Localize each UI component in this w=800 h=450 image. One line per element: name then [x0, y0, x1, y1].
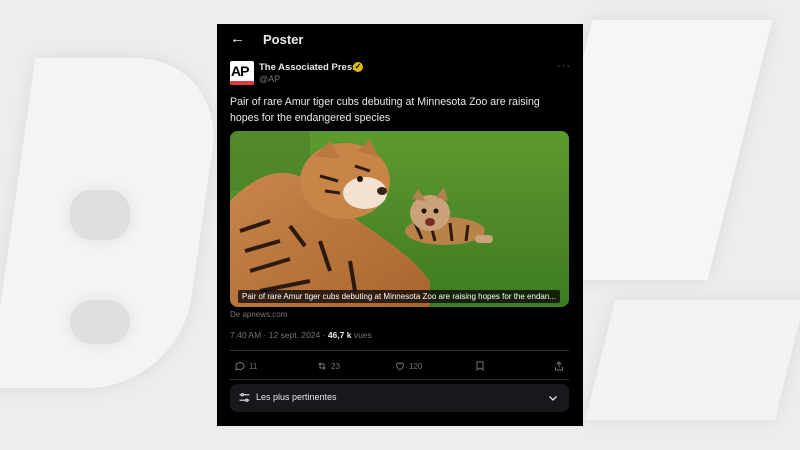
- repost-count: 23: [331, 361, 340, 371]
- more-options-icon[interactable]: ···: [557, 60, 571, 72]
- reply-count: 11: [249, 361, 258, 371]
- sort-label: Les plus pertinentes: [256, 392, 337, 402]
- link-card-title: Pair of rare Amur tiger cubs debuting at…: [238, 290, 560, 303]
- reply-sort-selector[interactable]: Les plus pertinentes: [230, 384, 569, 412]
- author-name[interactable]: The Associated Press: [259, 62, 357, 73]
- link-source[interactable]: De apnews.com: [230, 310, 287, 319]
- sliders-icon: [239, 393, 250, 402]
- divider: [230, 379, 569, 380]
- background-watermark-hole: [70, 300, 130, 344]
- views-label: vues: [351, 330, 372, 340]
- author-handle[interactable]: @AP: [259, 74, 280, 84]
- heart-icon: [395, 362, 405, 371]
- post-timestamp[interactable]: 7:40 AM · 12 sept. 2024 ·: [230, 330, 328, 340]
- verified-badge-icon: ✓: [353, 62, 363, 72]
- reply-icon: [235, 361, 245, 371]
- avatar-logo-text: AP: [231, 63, 249, 79]
- background-watermark-hole: [70, 190, 130, 240]
- bookmark-button[interactable]: [474, 356, 489, 376]
- reply-button[interactable]: 11: [234, 356, 257, 376]
- chevron-down-icon: [549, 396, 557, 401]
- avatar[interactable]: AP: [230, 61, 254, 85]
- post-metadata: 7:40 AM · 12 sept. 2024 · 46,7 k vues: [230, 330, 372, 340]
- post-screenshot: ← Poster AP The Associated Press ✓ @AP ·…: [217, 24, 583, 426]
- like-button[interactable]: 120: [394, 356, 422, 376]
- page-title: Poster: [263, 32, 304, 47]
- link-card-image[interactable]: Pair of rare Amur tiger cubs debuting at…: [230, 131, 569, 307]
- avatar-logo-bar: [230, 81, 254, 85]
- bookmark-icon: [476, 361, 484, 371]
- action-bar: 11 23 120: [230, 356, 569, 376]
- arrow-left-icon[interactable]: ←: [230, 30, 245, 47]
- share-button[interactable]: [553, 356, 568, 376]
- divider: [230, 350, 569, 351]
- top-bar: ← Poster: [217, 24, 583, 54]
- like-count: 120: [409, 361, 423, 371]
- background-watermark-m: [585, 300, 800, 420]
- repost-button[interactable]: 23: [316, 356, 340, 376]
- repost-icon: [318, 362, 326, 370]
- share-icon: [555, 361, 563, 371]
- tiger-photo: [230, 131, 569, 307]
- views-count: 46,7 k: [327, 330, 352, 340]
- tweet-text: Pair of rare Amur tiger cubs debuting at…: [230, 96, 540, 124]
